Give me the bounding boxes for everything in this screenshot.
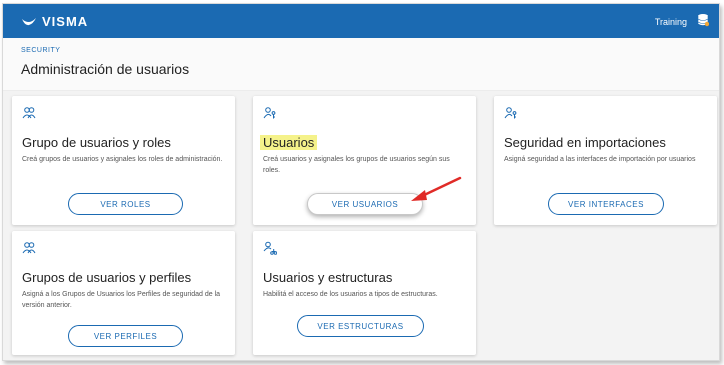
card-description: Asigná seguridad a las interfaces de imp…: [504, 156, 696, 163]
card-title: Usuarios y estructuras: [263, 270, 393, 285]
card-title: Seguridad en importaciones: [504, 135, 666, 150]
app-window: VISMA Training SECURITY Administración d…: [2, 3, 720, 361]
annotation-arrow: [411, 176, 462, 201]
view-interfaces-button[interactable]: VER INTERFACES: [548, 193, 664, 215]
card-title: Grupo de usuarios y roles: [22, 135, 171, 150]
card-description: Asigná a los Grupos de Usuarios los Perf…: [22, 291, 221, 309]
card-user-groups-roles: Grupo de usuarios y roles Creá grupos de…: [12, 96, 235, 225]
card-title: Grupos de usuarios y perfiles: [22, 270, 192, 285]
database-icon[interactable]: [697, 13, 709, 27]
logo-text: VISMA: [42, 14, 89, 29]
user-structure-icon: [263, 241, 277, 255]
view-structures-button[interactable]: VER ESTRUCTURAS: [297, 315, 424, 337]
card-description: Creá usuarios y asignales los grupos de …: [263, 156, 450, 174]
card-user-groups-profiles: Grupos de usuarios y perfiles Asigná a l…: [12, 231, 235, 355]
user-key-icon: [504, 107, 517, 119]
card-title: Usuarios: [260, 135, 318, 150]
visma-logo[interactable]: VISMA: [21, 14, 88, 29]
view-users-button[interactable]: VER USUARIOS: [307, 193, 423, 215]
card-users-structures: Usuarios y estructuras Habilitá el acces…: [253, 231, 476, 355]
card-users: Usuarios Creá usuarios y asignales los g…: [253, 96, 476, 225]
user-group-icon: [22, 107, 36, 119]
environment-label[interactable]: Training: [655, 17, 687, 27]
page-title: Administración de usuarios: [21, 61, 190, 77]
breadcrumb[interactable]: SECURITY: [21, 47, 60, 54]
user-group-icon: [22, 242, 36, 254]
card-description: Habilitá el acceso de los usuarios a tip…: [263, 291, 438, 298]
visma-logo-icon: [22, 17, 36, 25]
view-roles-button[interactable]: VER ROLES: [68, 193, 183, 215]
user-key-icon: [263, 107, 276, 119]
view-profiles-button[interactable]: VER PERFILES: [68, 325, 183, 347]
page-header: SECURITY Administración de usuarios: [3, 38, 719, 91]
card-description: Creá grupos de usuarios y asignales los …: [22, 156, 223, 163]
top-bar: VISMA Training: [3, 4, 719, 38]
card-import-security: Seguridad en importaciones Asigná seguri…: [494, 96, 717, 225]
